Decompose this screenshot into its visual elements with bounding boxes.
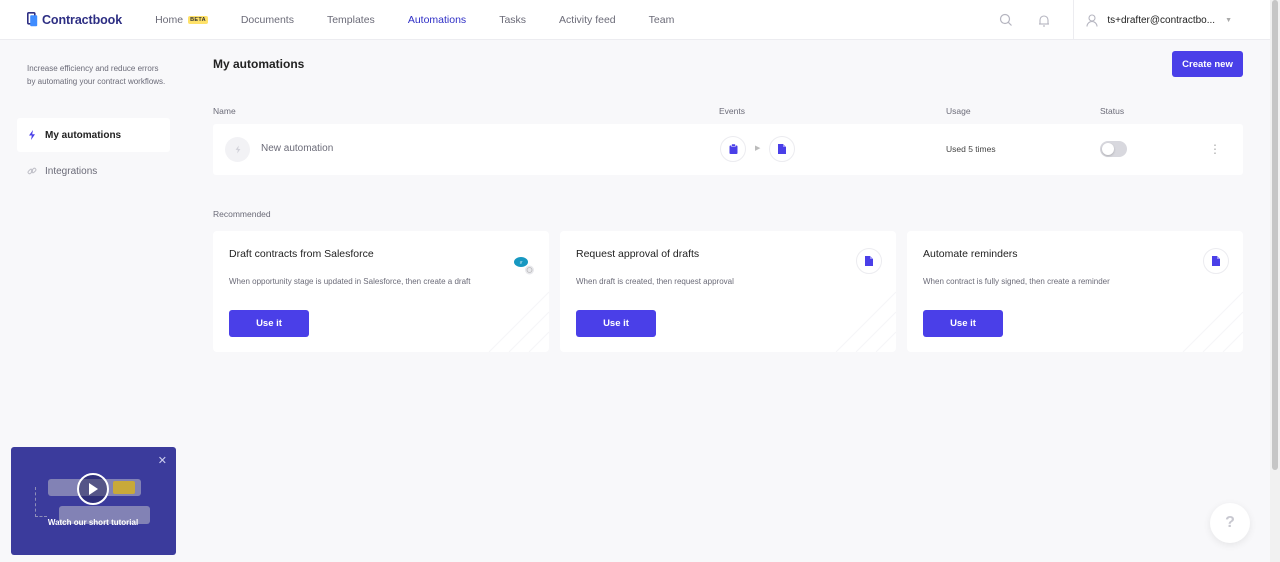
recommended-card-approval: Request approval of drafts When draft is… <box>560 231 896 352</box>
sidebar-item-my-automations[interactable]: My automations <box>17 118 170 152</box>
card-description: When contract is fully signed, then crea… <box>923 277 1110 286</box>
close-icon[interactable]: ✕ <box>158 456 167 467</box>
use-it-button[interactable]: Use it <box>923 310 1003 337</box>
play-icon[interactable] <box>77 473 109 505</box>
automation-name: New automation <box>261 143 334 154</box>
column-header-name: Name <box>213 106 236 116</box>
card-decoration <box>1182 291 1243 352</box>
clipboard-icon <box>720 136 746 162</box>
nav-documents[interactable]: Documents <box>241 14 294 26</box>
tutorial-label: Watch our short tutorial <box>11 518 176 527</box>
user-menu[interactable]: ts+drafter@contractbo... ▼ <box>1074 0 1270 40</box>
chevron-down-icon: ▼ <box>1225 16 1232 24</box>
sidebar-item-label: My automations <box>45 129 122 141</box>
salesforce-icon: sf <box>513 253 537 277</box>
column-header-status: Status <box>1100 106 1125 116</box>
sidebar-description: Increase efficiency and reduce errors by… <box>27 64 166 86</box>
main-nav: Home BETA Documents Templates Automation… <box>155 0 707 40</box>
recommended-card-reminders: Automate reminders When contract is full… <box>907 231 1243 352</box>
tutorial-video-popup[interactable]: ✕ Watch our short tutorial <box>11 447 176 555</box>
lightning-icon <box>29 130 35 140</box>
create-new-button[interactable]: Create new <box>1172 51 1243 77</box>
column-header-usage: Usage <box>946 106 971 116</box>
page-title: My automations <box>213 57 305 71</box>
document-icon <box>1203 248 1229 274</box>
use-it-button[interactable]: Use it <box>576 310 656 337</box>
card-decoration <box>835 291 896 352</box>
sidebar-item-label: Integrations <box>45 165 98 177</box>
automation-row[interactable]: New automation ▶ Used 5 times ⋮ <box>213 124 1243 175</box>
user-icon <box>1086 13 1098 27</box>
column-header-events: Events <box>719 106 745 116</box>
card-title: Draft contracts from Salesforce <box>229 248 374 260</box>
card-title: Automate reminders <box>923 248 1018 260</box>
nav-tasks[interactable]: Tasks <box>499 14 526 26</box>
nav-automations[interactable]: Automations <box>408 14 466 26</box>
scrollbar-thumb[interactable] <box>1272 0 1278 470</box>
nav-home-label: Home <box>155 13 184 26</box>
card-decoration <box>488 291 549 352</box>
top-right-controls: ts+drafter@contractbo... ▼ <box>987 0 1270 40</box>
lightning-icon <box>225 137 250 162</box>
help-button[interactable]: ? <box>1210 503 1250 543</box>
nav-home[interactable]: Home BETA <box>155 14 208 26</box>
card-title: Request approval of drafts <box>576 248 700 260</box>
document-icon <box>856 248 882 274</box>
recommended-card-salesforce: Draft contracts from Salesforce sf When … <box>213 231 549 352</box>
tutorial-label-text: Watch our short tutorial <box>47 518 139 527</box>
more-options-icon[interactable]: ⋮ <box>1205 139 1225 159</box>
page-scrollbar[interactable] <box>1270 0 1280 562</box>
tutorial-decoration <box>113 481 135 494</box>
svg-text:sf: sf <box>520 261 523 265</box>
sidebar-item-integrations[interactable]: Integrations <box>17 154 170 188</box>
tutorial-decoration <box>35 487 47 517</box>
recommended-heading: Recommended <box>213 209 271 219</box>
card-description: When draft is created, then request appr… <box>576 277 734 286</box>
status-toggle[interactable] <box>1100 141 1127 157</box>
beta-badge: BETA <box>188 15 208 24</box>
logo[interactable]: Contractbook <box>27 12 122 27</box>
link-icon <box>27 167 37 175</box>
bell-icon[interactable] <box>1025 0 1063 40</box>
nav-templates[interactable]: Templates <box>327 14 375 26</box>
contractbook-logo-icon <box>27 12 38 27</box>
card-description: When opportunity stage is updated in Sal… <box>229 277 471 286</box>
nav-team[interactable]: Team <box>649 14 675 26</box>
usage-count: Used 5 times <box>946 144 996 154</box>
nav-activity-feed[interactable]: Activity feed <box>559 14 616 26</box>
use-it-button[interactable]: Use it <box>229 310 309 337</box>
logo-text: Contractbook <box>42 12 123 27</box>
user-email: ts+drafter@contractbo... <box>1107 14 1216 26</box>
toggle-knob <box>1102 143 1114 155</box>
search-icon[interactable] <box>987 0 1025 40</box>
top-navigation-bar: Contractbook Home BETA Documents Templat… <box>0 0 1270 40</box>
arrow-right-icon: ▶ <box>755 145 761 152</box>
document-icon <box>769 136 795 162</box>
